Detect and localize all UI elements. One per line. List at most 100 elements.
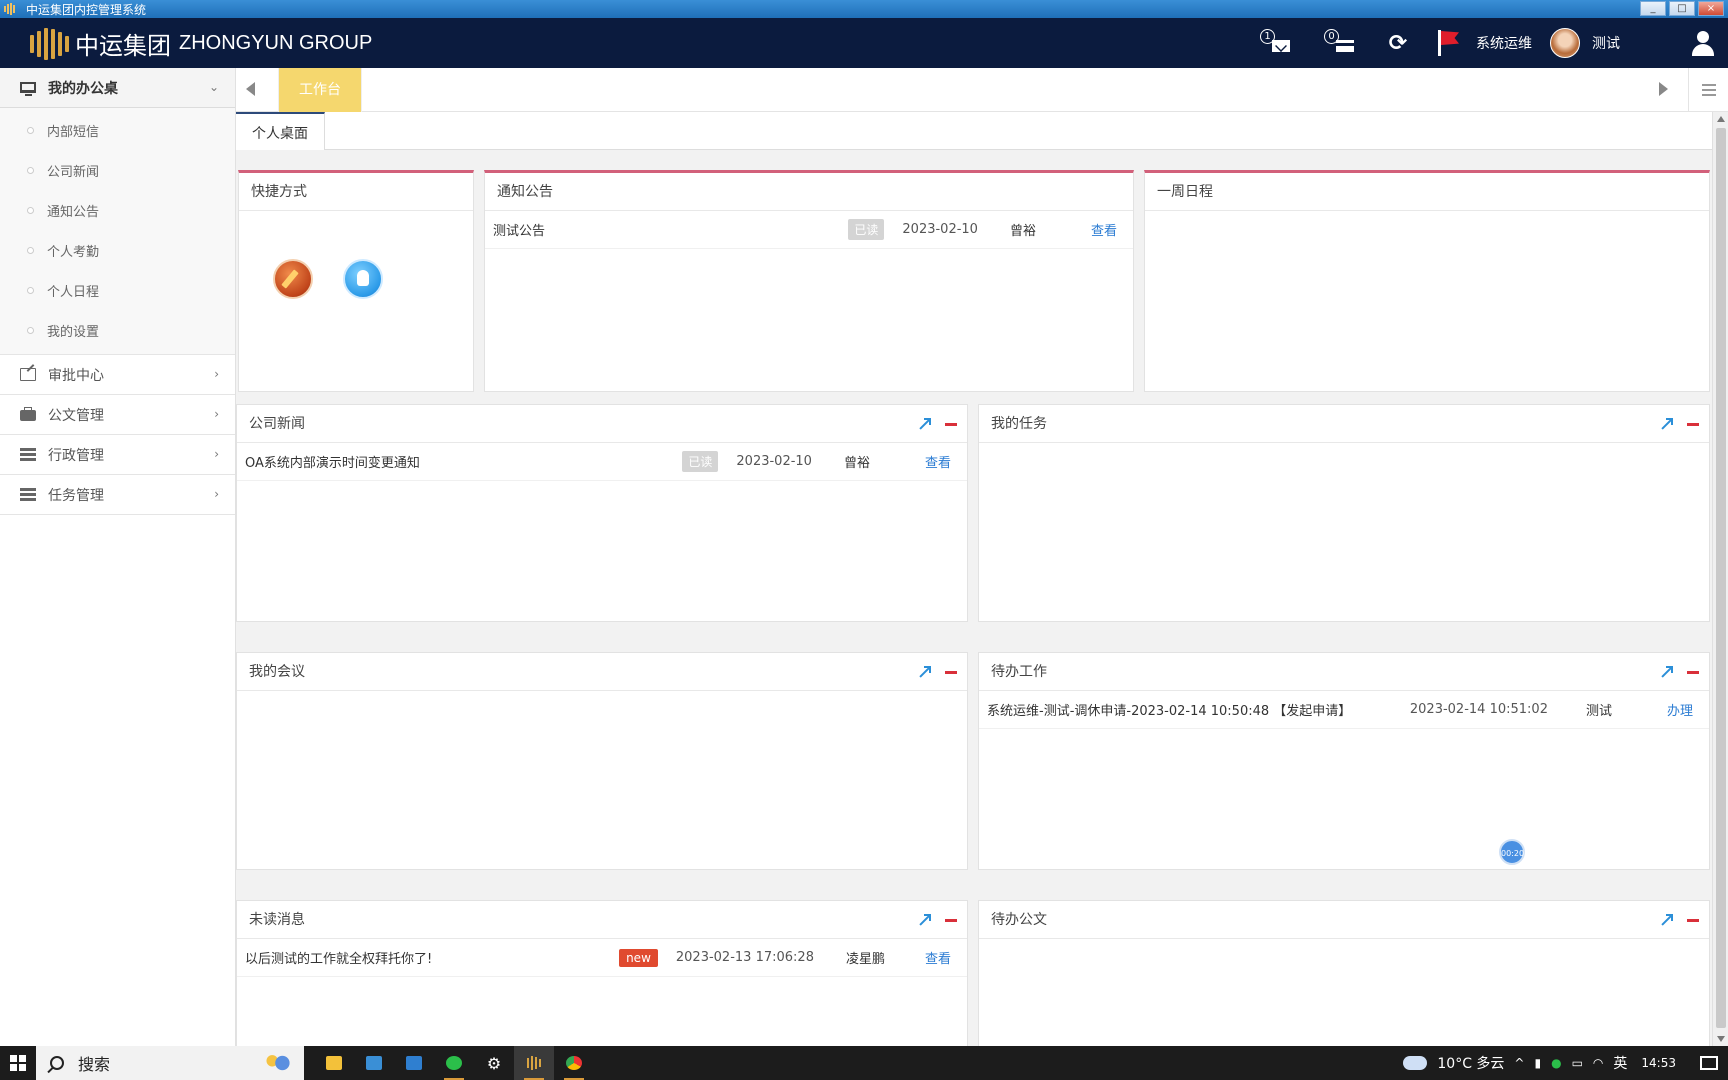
battery-icon[interactable]: ▭	[1572, 1056, 1583, 1070]
list-item[interactable]: 以后测试的工作就全权拜托你了! new 2023-02-13 17:06:28 …	[237, 939, 967, 977]
file-explorer-icon[interactable]	[314, 1046, 354, 1080]
list-item[interactable]: 测试公告 已读 2023-02-10 曾裕 查看	[485, 211, 1133, 249]
minimize-icon[interactable]	[1687, 670, 1699, 674]
tab-scroll-left-icon[interactable]	[246, 82, 255, 96]
item-title[interactable]: 测试公告	[493, 220, 848, 239]
expand-icon[interactable]	[919, 666, 931, 678]
notices-panel: 通知公告 测试公告 已读 2023-02-10 曾裕 查看	[484, 170, 1134, 392]
expand-icon[interactable]	[919, 914, 931, 926]
tray-expand-icon[interactable]: ^	[1514, 1056, 1524, 1070]
handle-link[interactable]: 办理	[1667, 700, 1693, 719]
sidebar-group-approval[interactable]: 审批中心 ›	[0, 355, 235, 395]
chevron-right-icon: ›	[214, 487, 219, 501]
list-item[interactable]: OA系统内部演示时间变更通知 已读 2023-02-10 曾裕 查看	[237, 443, 967, 481]
start-button[interactable]	[0, 1046, 36, 1080]
tab-workbench[interactable]: 工作台	[278, 68, 362, 112]
tab-scroll-right-icon[interactable]	[1659, 82, 1668, 96]
scroll-down-icon[interactable]	[1717, 1036, 1725, 1042]
notices-count: 0	[1324, 29, 1339, 44]
item-user: 凌星鹏	[845, 952, 885, 967]
mail-icon[interactable]	[394, 1046, 434, 1080]
sidebar-item-company-news[interactable]: 公司新闻	[0, 150, 235, 190]
sidebar-group-documents[interactable]: 公文管理 ›	[0, 395, 235, 435]
user-name[interactable]: 测试	[1592, 33, 1620, 53]
refresh-button[interactable]: ⟳	[1378, 27, 1418, 59]
expand-icon[interactable]	[1661, 666, 1673, 678]
status-badge: 已读	[848, 219, 885, 240]
minimize-button[interactable]: _	[1640, 1, 1666, 16]
user-icon[interactable]	[1690, 30, 1716, 56]
messages-button[interactable]: 1	[1256, 27, 1296, 59]
list-item[interactable]: 系统运维-测试-调休申请-2023-02-14 10:50:48 【发起申请】 …	[979, 691, 1709, 729]
wechat-icon[interactable]	[434, 1046, 474, 1080]
avatar[interactable]	[1550, 28, 1580, 58]
view-link[interactable]: 查看	[925, 452, 951, 471]
timer-badge[interactable]: 00:20	[1499, 839, 1525, 865]
taskbar-search[interactable]: 搜索	[36, 1046, 304, 1080]
tab-menu-icon[interactable]	[1688, 68, 1728, 112]
item-title[interactable]: 以后测试的工作就全权拜托你了!	[245, 948, 619, 967]
minimize-icon[interactable]	[945, 918, 957, 922]
system-tray: 10°C 多云 ^ ▮ ● ▭ ◠ 英 14:53	[1403, 1046, 1728, 1080]
sidebar-group-label: 行政管理	[48, 447, 104, 464]
sidebar-item-attendance[interactable]: 个人考勤	[0, 230, 235, 270]
server-icon	[20, 488, 36, 501]
todo-work-panel: 待办工作 系统运维-测试-调休申请-2023-02-14 10:50:48 【发…	[978, 652, 1710, 870]
minimize-icon[interactable]	[1687, 918, 1699, 922]
expand-icon[interactable]	[1661, 418, 1673, 430]
sidebar-item-settings[interactable]: 我的设置	[0, 310, 235, 350]
item-user: 测试	[1585, 704, 1612, 719]
vertical-scrollbar[interactable]	[1712, 112, 1728, 1046]
settings-icon[interactable]: ⚙	[474, 1046, 514, 1080]
header-actions: 1 0 ⟳ 系统运维 测试	[1256, 18, 1728, 68]
chrome-icon[interactable]	[554, 1046, 594, 1080]
scroll-up-icon[interactable]	[1717, 116, 1725, 122]
expand-icon[interactable]	[919, 418, 931, 430]
clock[interactable]: 14:53	[1641, 1056, 1676, 1070]
wechat-tray-icon[interactable]: ●	[1551, 1056, 1561, 1070]
sidebar-item-schedule[interactable]: 个人日程	[0, 270, 235, 310]
notices-button[interactable]: 0	[1320, 27, 1360, 59]
panel-title: 待办公文	[979, 901, 1709, 939]
sidebar-group-tasks[interactable]: 任务管理 ›	[0, 475, 235, 515]
sidebar-item-internal-sms[interactable]: 内部短信	[0, 110, 235, 150]
panel-title: 未读消息	[237, 901, 967, 939]
panel-title: 快捷方式	[239, 173, 473, 211]
compass-shortcut-icon[interactable]	[273, 259, 313, 299]
view-link[interactable]: 查看	[925, 948, 951, 967]
close-button[interactable]: ×	[1698, 1, 1724, 16]
minimize-icon[interactable]	[945, 422, 957, 426]
maximize-button[interactable]: □	[1669, 1, 1695, 16]
brand-logo[interactable]: 中运集团 ZHONGYUN GROUP	[30, 26, 372, 61]
qq-shortcut-icon[interactable]	[343, 259, 383, 299]
view-link[interactable]: 查看	[1091, 220, 1117, 239]
microphone-icon[interactable]: ▮	[1534, 1056, 1541, 1070]
minimize-icon[interactable]	[1687, 422, 1699, 426]
ime-indicator[interactable]: 英	[1613, 1053, 1627, 1073]
sidebar-item-notices[interactable]: 通知公告	[0, 190, 235, 230]
expand-icon[interactable]	[1661, 914, 1673, 926]
search-placeholder: 搜索	[78, 1055, 111, 1074]
item-date: 2023-02-13 17:06:28	[675, 950, 814, 965]
notification-icon[interactable]	[1700, 1056, 1718, 1070]
store-icon[interactable]	[354, 1046, 394, 1080]
scrollbar-thumb[interactable]	[1716, 128, 1726, 1028]
panel-title: 待办工作	[979, 653, 1709, 691]
role-label[interactable]: 系统运维	[1476, 33, 1532, 53]
oa-app-icon[interactable]	[514, 1046, 554, 1080]
tab-personal-desktop[interactable]: 个人桌面	[236, 112, 325, 150]
main-content: 个人桌面 快捷方式 通知公告 测试公告 已读 2023-02-10 曾裕 查看 …	[236, 112, 1712, 1046]
item-title[interactable]: OA系统内部演示时间变更通知	[245, 452, 682, 471]
sidebar-group-admin[interactable]: 行政管理 ›	[0, 435, 235, 475]
server-icon	[20, 448, 36, 461]
weather-text[interactable]: 10°C 多云	[1437, 1053, 1504, 1073]
weather-icon	[1403, 1050, 1428, 1070]
role-flag[interactable]	[1428, 27, 1468, 59]
sidebar-group-my-desk[interactable]: 我的办公桌 ⌄	[0, 68, 235, 108]
wifi-icon[interactable]: ◠	[1593, 1056, 1603, 1070]
sidebar-group-label: 任务管理	[48, 487, 104, 504]
minimize-icon[interactable]	[945, 670, 957, 674]
search-highlight-icon	[262, 1052, 296, 1074]
item-title[interactable]: 系统运维-测试-调休申请-2023-02-14 10:50:48 【发起申请】	[987, 700, 1410, 719]
panel-title: 公司新闻	[237, 405, 967, 443]
